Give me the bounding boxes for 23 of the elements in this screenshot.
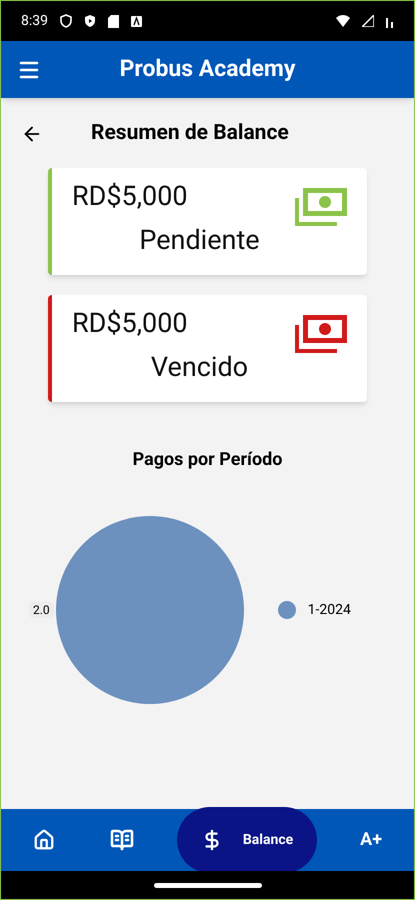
shield-icon [60,14,72,28]
page-title: Resumen de Balance [91,120,289,147]
card-status: Pendiente [138,223,261,258]
data-label: 2.0 [29,602,54,618]
shield-play-icon [84,14,96,28]
wifi-icon [336,15,350,27]
app-title: Probus Academy [118,54,296,84]
signal-icon [362,15,374,27]
card-amount: RD$5,000 [72,178,189,214]
nav-tab[interactable]: Balance [176,807,318,873]
book-icon [110,828,134,852]
status-time: 8:39 [21,12,48,31]
legend-label: 1-2024 [308,600,351,620]
banknotes-icon [295,314,347,352]
home-handle[interactable] [154,882,262,888]
notification-icon [131,16,142,26]
nav-tab[interactable]: A+ [348,807,394,873]
card-status: Vencido [150,350,250,385]
chart-title: Pagos por Período [132,448,282,472]
banknotes-icon [295,188,347,226]
card-amount: RD$5,000 [72,306,189,340]
sd-card-icon [108,14,119,28]
home-icon [33,829,55,851]
